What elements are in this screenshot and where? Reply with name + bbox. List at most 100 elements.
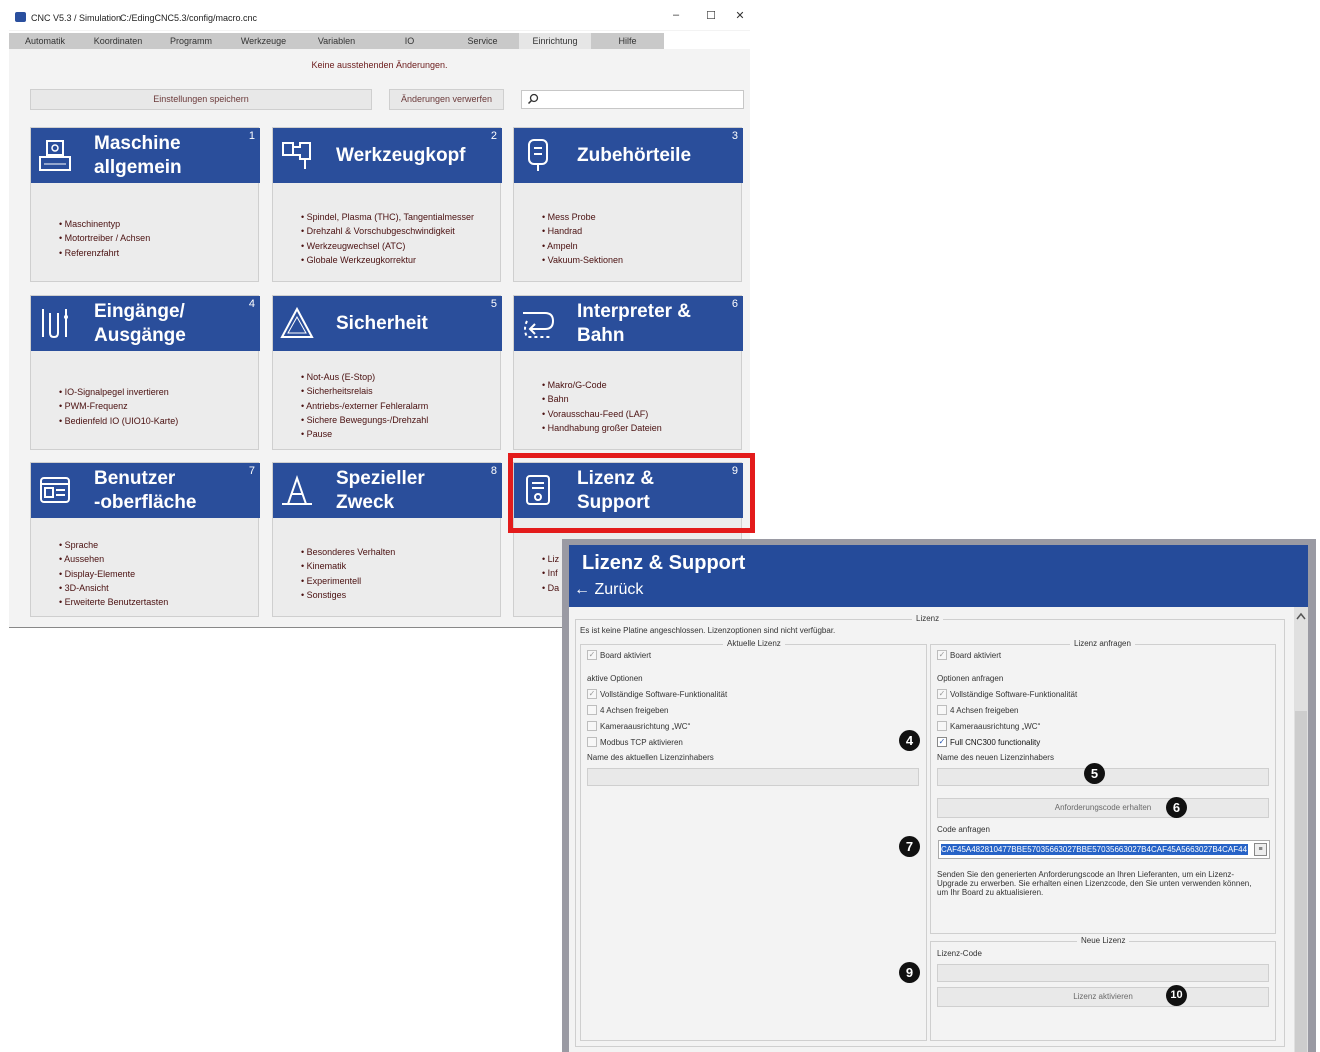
list-item: Pause bbox=[301, 427, 428, 441]
list-item: Spindel, Plasma (THC), Tangentialmesser bbox=[301, 210, 474, 224]
list-item: Inf bbox=[542, 566, 559, 580]
get-request-code-button[interactable]: Anforderungscode erhalten bbox=[937, 798, 1269, 818]
list-item: Erweiterte Benutzertasten bbox=[59, 595, 169, 609]
scrollbar-thumb[interactable] bbox=[1295, 711, 1307, 1052]
list-item: Mess Probe bbox=[542, 210, 623, 224]
option-checkbox[interactable] bbox=[587, 737, 597, 747]
tile-header: Werkzeugkopf 2 bbox=[273, 128, 502, 183]
tile-number: 8 bbox=[490, 465, 497, 477]
current-owner-field[interactable] bbox=[587, 768, 919, 786]
list-item: Maschinentyp bbox=[59, 217, 150, 231]
tile-title-line1: Benutzer bbox=[94, 468, 176, 489]
scroll-up-icon[interactable] bbox=[1295, 611, 1307, 621]
tile-werkzeugkopf[interactable]: Werkzeugkopf 2 Spindel, Plasma (THC), Ta… bbox=[272, 127, 502, 282]
tab-einrichtung[interactable]: Einrichtung bbox=[519, 33, 591, 49]
tile-zubehoerteile[interactable]: Zubehörteile 3 Mess Probe Handrad Ampeln… bbox=[513, 127, 743, 282]
save-settings-button[interactable]: Einstellungen speichern bbox=[30, 89, 372, 110]
option-label: Kameraausrichtung „WC“ bbox=[950, 722, 1041, 731]
machine-icon bbox=[39, 140, 71, 171]
tile-number: 2 bbox=[490, 130, 497, 142]
tab-service[interactable]: Service bbox=[446, 33, 519, 49]
option-checkbox[interactable] bbox=[937, 721, 947, 731]
minimize-button[interactable]: – bbox=[666, 9, 686, 21]
search-input[interactable] bbox=[521, 90, 744, 109]
close-button[interactable]: ✕ bbox=[730, 9, 750, 22]
tile-title-line2: Ausgänge bbox=[94, 325, 186, 346]
option-label: Full CNC300 functionality bbox=[950, 738, 1041, 747]
full-cnc300-checkbox[interactable]: ✓ bbox=[937, 737, 947, 747]
list-item: Sonstiges bbox=[301, 588, 395, 602]
board-activated-label: Board aktiviert bbox=[600, 651, 652, 660]
list-item: Drehzahl & Vorschubgeschwindigkeit bbox=[301, 224, 474, 238]
board-activated-checkbox[interactable]: ✓ bbox=[937, 650, 947, 660]
callout-badge: 6 bbox=[1166, 797, 1187, 818]
callout-badge: 9 bbox=[899, 962, 920, 983]
option-checkbox[interactable] bbox=[937, 705, 947, 715]
list-item: Antriebs-/externer Fehleralarm bbox=[301, 399, 428, 413]
request-code-field[interactable]: CAF45A482810477BBE57035663027BBE57035663… bbox=[938, 840, 1270, 859]
list-item: Sprache bbox=[59, 538, 168, 552]
tile-sicherheit[interactable]: Sicherheit 5 Not-Aus (E-Stop) Sicherheit… bbox=[272, 295, 502, 450]
list-item: Vakuum-Sektionen bbox=[542, 253, 623, 267]
tile-eingaenge-ausgaenge[interactable]: Eingänge/ Ausgänge 4 IO-Signalpegel inve… bbox=[30, 295, 260, 450]
list-item: Sichere Bewegungs-/Drehzahl bbox=[301, 413, 429, 427]
tile-spezieller-zweck[interactable]: Spezieller Zweck 8 Besonderes Verhalten … bbox=[272, 462, 502, 617]
list-item: Kinematik bbox=[301, 559, 395, 573]
active-options-label: aktive Optionen bbox=[587, 674, 643, 683]
path-icon bbox=[523, 312, 555, 338]
tile-title-line1: Maschine bbox=[94, 133, 181, 154]
tile-benutzeroberflaeche[interactable]: Benutzer -oberfläche 7 Sprache Aussehen … bbox=[30, 462, 260, 617]
tile-header: Spezieller Zweck 8 bbox=[273, 463, 502, 518]
tile-interpreter-bahn[interactable]: Interpreter & Bahn 6 Makro/G-Code Bahn V… bbox=[513, 295, 743, 450]
tile-title-line1: Zubehörteile bbox=[577, 145, 692, 166]
board-activated-label: Board aktiviert bbox=[950, 651, 1002, 660]
list-item: Experimentell bbox=[301, 574, 395, 588]
list-item: PWM-Frequenz bbox=[59, 399, 178, 413]
list-item: Ampeln bbox=[542, 239, 623, 253]
option-checkbox[interactable]: ✓ bbox=[587, 689, 597, 699]
tab-hilfe[interactable]: Hilfe bbox=[591, 33, 664, 49]
option-checkbox[interactable] bbox=[587, 721, 597, 731]
list-item: Handrad bbox=[542, 224, 623, 238]
tab-io[interactable]: IO bbox=[373, 33, 446, 49]
highlight-frame bbox=[508, 453, 755, 533]
option-label: 4 Achsen freigeben bbox=[950, 706, 1019, 715]
list-item: Display-Elemente bbox=[59, 567, 168, 581]
tab-koordinaten[interactable]: Koordinaten bbox=[81, 33, 155, 49]
board-activated-checkbox[interactable]: ✓ bbox=[587, 650, 597, 660]
main-window: CNC V5.3 / Simulation C:/EdingCNC5.3/con… bbox=[9, 5, 750, 628]
license-code-field[interactable] bbox=[937, 964, 1269, 982]
option-label: Modbus TCP aktivieren bbox=[600, 738, 683, 747]
tile-header: Interpreter & Bahn 6 bbox=[514, 296, 743, 351]
option-checkbox[interactable] bbox=[587, 705, 597, 715]
tile-number: 1 bbox=[248, 130, 255, 142]
tile-header: Sicherheit 5 bbox=[273, 296, 502, 351]
tab-variablen[interactable]: Variablen bbox=[300, 33, 373, 49]
list-item: Sicherheitsrelais bbox=[301, 384, 428, 398]
list-item: Motortreiber / Achsen bbox=[59, 231, 151, 245]
tile-number: 5 bbox=[490, 298, 497, 310]
new-owner-label: Name des neuen Lizenzinhabers bbox=[937, 753, 1054, 762]
tile-maschine[interactable]: Maschine allgemein 1 Maschinentyp Motort… bbox=[30, 127, 260, 282]
warning-icon bbox=[280, 306, 314, 338]
back-link[interactable]: ← Zurück bbox=[574, 581, 643, 599]
tab-werkzeuge[interactable]: Werkzeuge bbox=[227, 33, 300, 49]
list-item: Besonderes Verhalten bbox=[301, 545, 396, 559]
app-icon bbox=[15, 12, 26, 22]
tile-header: Benutzer -oberfläche 7 bbox=[31, 463, 260, 518]
tile-title-line2: Bahn bbox=[577, 325, 625, 346]
option-label: 4 Achsen freigeben bbox=[600, 706, 669, 715]
copy-icon[interactable]: ≡ bbox=[1254, 843, 1267, 856]
option-checkbox[interactable]: ✓ bbox=[937, 689, 947, 699]
current-owner-label: Name des aktuellen Lizenzinhabers bbox=[587, 753, 714, 762]
tile-number: 3 bbox=[731, 130, 738, 142]
tab-programm[interactable]: Programm bbox=[155, 33, 227, 49]
discard-changes-button[interactable]: Änderungen verwerfen bbox=[389, 89, 504, 110]
activate-license-button[interactable]: Lizenz aktivieren bbox=[937, 987, 1269, 1007]
tab-automatik[interactable]: Automatik bbox=[9, 33, 81, 49]
scrollbar[interactable] bbox=[1294, 607, 1308, 1052]
current-license-title: Aktuelle Lizenz bbox=[723, 639, 785, 648]
option-label: Kameraausrichtung „WC“ bbox=[600, 722, 691, 731]
maximize-button[interactable]: ☐ bbox=[701, 9, 721, 22]
config-path: C:/EdingCNC5.3/config/macro.cnc bbox=[120, 13, 258, 23]
